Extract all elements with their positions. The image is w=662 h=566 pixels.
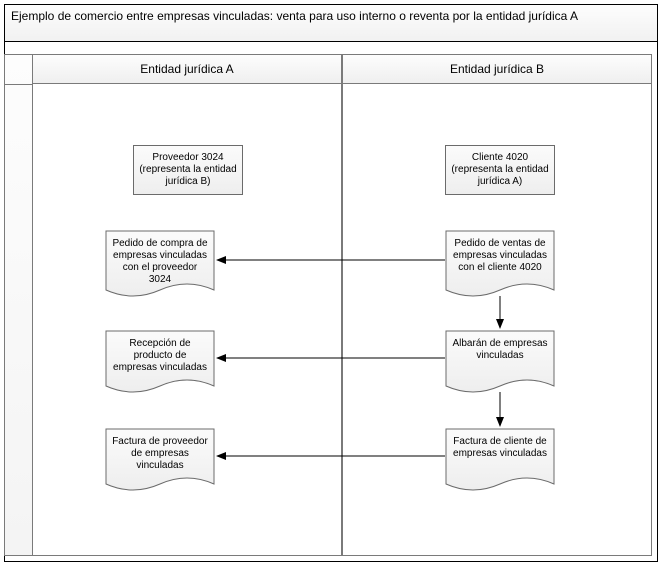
- node-customer-invoice-label: Factura de cliente de empresas vinculada…: [453, 436, 547, 459]
- node-product-receipt-label: Recepción de producto de empresas vincul…: [113, 338, 207, 373]
- node-customer-4020: Cliente 4020 (representa la entidad jurí…: [445, 145, 555, 195]
- column-header-entity-a: Entidad jurídica A: [32, 54, 342, 84]
- swimlane-gutter: [4, 54, 32, 556]
- node-packing-slip: Albarán de empresas vinculadas: [445, 330, 555, 398]
- column-header-a-label: Entidad jurídica A: [140, 62, 233, 76]
- node-customer-invoice: Factura de cliente de empresas vinculada…: [445, 428, 555, 496]
- column-header-entity-b: Entidad jurídica B: [342, 54, 652, 84]
- node-intercompany-so: Pedido de ventas de empresas vinculadas …: [445, 230, 555, 302]
- node-packing-slip-label: Albarán de empresas vinculadas: [452, 338, 547, 361]
- column-header-b-label: Entidad jurídica B: [450, 62, 544, 76]
- diagram-title: Ejemplo de comercio entre empresas vincu…: [4, 4, 658, 42]
- node-intercompany-so-label: Pedido de ventas de empresas vinculadas …: [453, 238, 547, 273]
- node-customer-4020-label: Cliente 4020 (representa la entidad jurí…: [451, 152, 548, 187]
- node-vendor-invoice: Factura de proveedor de empresas vincula…: [105, 428, 215, 496]
- diagram-title-text: Ejemplo de comercio entre empresas vincu…: [11, 9, 578, 23]
- node-vendor-3024: Proveedor 3024 (representa la entidad ju…: [133, 145, 243, 195]
- diagram-frame: Ejemplo de comercio entre empresas vincu…: [0, 0, 662, 566]
- node-vendor-3024-label: Proveedor 3024 (representa la entidad ju…: [139, 152, 236, 187]
- node-product-receipt: Recepción de producto de empresas vincul…: [105, 330, 215, 398]
- node-vendor-invoice-label: Factura de proveedor de empresas vincula…: [112, 436, 208, 471]
- node-intercompany-po: Pedido de compra de empresas vinculadas …: [105, 230, 215, 302]
- node-intercompany-po-label: Pedido de compra de empresas vinculadas …: [112, 238, 207, 285]
